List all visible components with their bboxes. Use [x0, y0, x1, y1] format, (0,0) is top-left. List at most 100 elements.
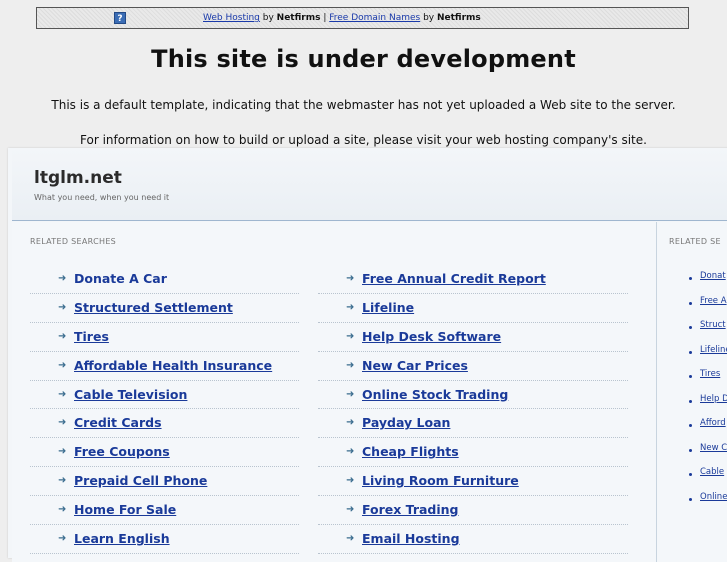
bullet-icon — [689, 448, 692, 452]
search-link[interactable]: Payday Loan — [362, 415, 450, 430]
search-link[interactable]: Lifeline — [362, 300, 414, 315]
search-link[interactable]: Tires — [74, 329, 109, 344]
bullet-icon — [689, 473, 692, 476]
arrow-icon: ➜ — [58, 359, 67, 371]
arrow-icon: ➜ — [346, 446, 355, 458]
sidebar-link[interactable]: Free A — [700, 296, 727, 306]
search-link[interactable]: Online Stock Trading — [362, 387, 508, 402]
list-item: ➜ Payday Loan — [318, 409, 628, 439]
search-link[interactable]: Home For Sale — [74, 502, 176, 517]
arrow-icon: ➜ — [346, 504, 355, 516]
list-item: ➜ Email Hosting — [318, 525, 628, 554]
search-link[interactable]: Cheap Flights — [362, 444, 459, 459]
search-link[interactable]: Forex Trading — [362, 502, 459, 517]
search-link[interactable]: Credit Cards — [74, 415, 162, 430]
arrow-icon: ➜ — [58, 417, 67, 429]
free-domain-names-link[interactable]: Free Domain Names — [329, 13, 420, 23]
left-link-column: ➜ Donate A Car ➜ Structured Settlement ➜ Tire… — [30, 265, 299, 554]
section-title: RELATED SEARCHES — [30, 237, 117, 246]
bullet-icon — [689, 350, 692, 354]
arrow-icon: ➜ — [58, 301, 67, 313]
search-link[interactable]: Structured Settlement — [74, 300, 233, 315]
arrow-icon: ➜ — [58, 446, 67, 458]
sidebar-link[interactable]: Afford — [700, 418, 726, 428]
related-searches-sidebar: RELATED SE Donat Free A Struct Lifeline Tire… — [657, 222, 727, 562]
search-link[interactable]: Living Room Furniture — [362, 473, 519, 488]
bullet-icon — [689, 375, 692, 378]
sidebar-link[interactable]: Lifeline — [700, 345, 727, 355]
list-item: ➜ Learn English — [30, 525, 299, 554]
sidebar-link[interactable]: Cable — [700, 467, 724, 477]
arrow-icon: ➜ — [346, 533, 355, 545]
arrow-icon: ➜ — [346, 301, 355, 313]
bullet-icon — [689, 497, 692, 501]
search-link[interactable]: New Car Prices — [362, 358, 468, 373]
banner-by-text-2: by — [420, 13, 437, 23]
list-item: ➜ Free Annual Credit Report — [318, 265, 628, 294]
arrow-icon: ➜ — [58, 504, 67, 516]
search-link[interactable]: Learn English — [74, 531, 170, 546]
bullet-icon — [689, 326, 692, 329]
list-item: ➜ Affordable Health Insurance — [30, 352, 299, 381]
banner-by-text: by — [259, 13, 277, 23]
list-item: ➜ New Car Prices — [318, 352, 628, 381]
list-item: ➜ Donate A Car — [30, 265, 299, 294]
site-header: ltglm.net What you need, when you need i… — [12, 148, 727, 221]
hosting-info-paragraph: For information on how to build or uploa… — [80, 133, 647, 147]
arrow-icon: ➜ — [58, 273, 67, 284]
arrow-icon: ➜ — [346, 417, 355, 429]
list-item: ➜ Tires — [30, 323, 299, 352]
search-link[interactable]: Cable Television — [74, 387, 187, 402]
netfirms-brand: Netfirms — [276, 13, 321, 23]
arrow-icon: ➜ — [346, 359, 355, 371]
top-banner: ? Web Hosting by Netfirms | Free Domain … — [36, 7, 689, 29]
search-link[interactable]: Donate A Car — [74, 271, 167, 286]
parked-domain-frame: ltglm.net What you need, when you need i… — [8, 148, 727, 562]
page-headline: This site is under development — [151, 45, 576, 73]
list-item: ➜ Cheap Flights — [318, 438, 628, 468]
site-tagline: What you need, when you need it — [34, 193, 170, 202]
search-link[interactable]: Help Desk Software — [362, 329, 501, 344]
list-item: ➜ Lifeline — [318, 294, 628, 323]
list-item: ➜ Home For Sale — [30, 496, 299, 526]
sidebar-section-title: RELATED SE — [669, 237, 721, 246]
arrow-icon: ➜ — [58, 475, 67, 487]
search-link[interactable]: Free Coupons — [74, 444, 170, 459]
arrow-icon: ➜ — [346, 330, 355, 342]
bullet-icon — [689, 277, 692, 280]
banner-separator: | — [320, 13, 330, 23]
list-item: ➜ Help Desk Software — [318, 323, 628, 352]
list-item: ➜ Living Room Furniture — [318, 467, 628, 497]
site-name[interactable]: ltglm.net — [34, 168, 122, 188]
sidebar-link[interactable]: Donat — [700, 271, 726, 281]
list-item: ➜ Prepaid Cell Phone — [30, 467, 299, 497]
list-item: ➜ Credit Cards — [30, 409, 299, 439]
right-link-column: ➜ Free Annual Credit Report ➜ Lifeline ➜ Help… — [318, 265, 628, 554]
bullet-icon — [689, 399, 692, 403]
search-link[interactable]: Free Annual Credit Report — [362, 271, 546, 286]
arrow-icon: ➜ — [58, 388, 67, 400]
bullet-icon — [689, 424, 692, 427]
list-item: ➜ Structured Settlement — [30, 294, 299, 323]
arrow-icon: ➜ — [346, 273, 355, 284]
sidebar-link[interactable]: Struct — [700, 320, 726, 330]
arrow-icon: ➜ — [58, 330, 67, 342]
list-item: ➜ Forex Trading — [318, 496, 628, 526]
search-link[interactable]: Affordable Health Insurance — [74, 358, 272, 373]
list-item: ➜ Online Stock Trading — [318, 381, 628, 410]
arrow-icon: ➜ — [346, 475, 355, 487]
sidebar-link[interactable]: Tires — [700, 369, 720, 379]
sidebar-link[interactable]: New C — [700, 443, 727, 453]
search-link[interactable]: Prepaid Cell Phone — [74, 473, 207, 488]
list-item: ➜ Cable Television — [30, 381, 299, 410]
list-item: ➜ Free Coupons — [30, 438, 299, 468]
banner-links: Web Hosting by Netfirms | Free Domain Na… — [203, 8, 481, 28]
sidebar-link[interactable]: Help D — [700, 394, 727, 404]
sidebar-link[interactable]: Online — [700, 492, 727, 502]
related-searches-main: RELATED SEARCHES ➜ Donate A Car ➜ Structure… — [12, 222, 657, 562]
search-link[interactable]: Email Hosting — [362, 531, 460, 546]
netfirms-brand-2: Netfirms — [436, 13, 481, 23]
web-hosting-link[interactable]: Web Hosting — [203, 13, 260, 23]
question-mark-icon[interactable]: ? — [114, 12, 126, 24]
arrow-icon: ➜ — [58, 533, 67, 545]
